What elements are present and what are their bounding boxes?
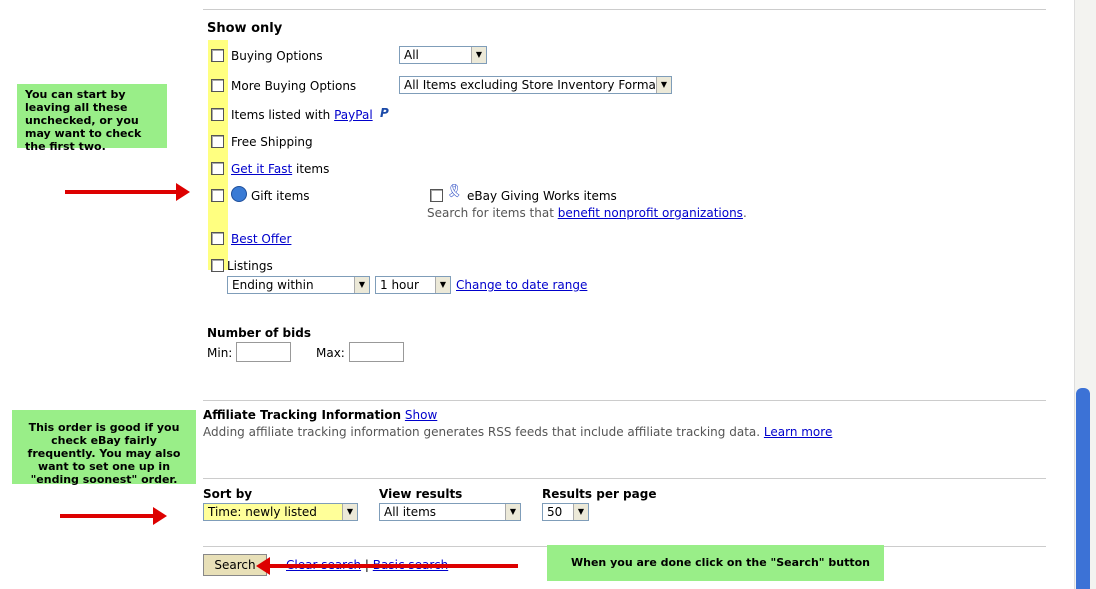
get-it-fast-suffix: items — [296, 162, 330, 176]
divider — [203, 400, 1046, 401]
time-select[interactable]: 1 hour ▼ — [375, 276, 451, 294]
ending-within-value: Ending within — [232, 278, 314, 292]
affiliate-show-link[interactable]: Show — [405, 408, 437, 422]
chevron-down-icon: ▼ — [435, 277, 450, 293]
get-it-fast-link[interactable]: Get it Fast — [231, 162, 292, 176]
more-buying-options-value: All Items excluding Store Inventory Form… — [404, 78, 661, 92]
giving-works-label: eBay Giving Works items — [467, 189, 617, 203]
giving-works-desc: Search for items that benefit nonprofit … — [427, 206, 747, 220]
view-results-select[interactable]: All items ▼ — [379, 503, 521, 521]
callout-checkboxes: You can start by leaving all these unche… — [17, 84, 167, 153]
sort-by-value: Time: newly listed — [208, 505, 317, 519]
divider — [203, 478, 1046, 479]
chevron-down-icon: ▼ — [342, 504, 357, 520]
more-buying-options-checkbox[interactable] — [211, 79, 224, 92]
time-value: 1 hour — [380, 278, 419, 292]
max-label: Max: — [316, 346, 345, 360]
gift-items-label: Gift items — [251, 189, 310, 203]
buying-options-select[interactable]: All ▼ — [399, 46, 487, 64]
affiliate-desc-row: Adding affiliate tracking information ge… — [203, 425, 832, 439]
ribbon-icon: 🎗 — [446, 184, 463, 199]
affiliate-desc: Adding affiliate tracking information ge… — [203, 425, 761, 439]
more-buying-options-select[interactable]: All Items excluding Store Inventory Form… — [399, 76, 672, 94]
buying-options-checkbox[interactable] — [211, 49, 224, 62]
buying-options-value: All — [404, 48, 419, 62]
min-bids-input[interactable] — [236, 342, 291, 362]
giving-works-desc-text: Search for items that — [427, 206, 554, 220]
scrollbar-thumb[interactable] — [1076, 388, 1090, 589]
results-per-page-value: 50 — [547, 505, 563, 519]
get-it-fast-checkbox[interactable] — [211, 162, 224, 175]
listings-checkbox[interactable] — [211, 259, 224, 272]
chevron-down-icon: ▼ — [656, 77, 671, 93]
callout-search-button: When you are done click on the "Search" … — [547, 545, 884, 581]
period: . — [742, 206, 747, 220]
listings-label: Listings — [227, 259, 273, 273]
results-per-page-label: Results per page — [542, 487, 657, 501]
arrow-right-icon — [60, 507, 167, 525]
best-offer-option: Best Offer — [231, 232, 291, 246]
arrow-left-icon — [256, 557, 518, 575]
learn-more-link[interactable]: Learn more — [764, 425, 832, 439]
top-divider — [203, 9, 1046, 10]
best-offer-checkbox[interactable] — [211, 232, 224, 245]
chevron-down-icon: ▼ — [354, 277, 369, 293]
paypal-checkbox[interactable] — [211, 108, 224, 121]
more-buying-options-label: More Buying Options — [231, 79, 357, 93]
affiliate-heading-row: Affiliate Tracking Information Show — [203, 408, 437, 422]
paypal-icon: P — [380, 106, 389, 120]
chevron-down-icon: ▼ — [471, 47, 486, 63]
view-results-value: All items — [384, 505, 437, 519]
results-per-page-select[interactable]: 50 ▼ — [542, 503, 589, 521]
get-it-fast-option: Get it Fast items — [231, 162, 329, 176]
sort-by-label: Sort by — [203, 487, 253, 501]
giving-works-checkbox[interactable] — [430, 189, 443, 202]
min-label: Min: — [207, 346, 233, 360]
bids-heading: Number of bids — [207, 326, 311, 340]
paypal-link[interactable]: PayPal — [334, 108, 373, 122]
date-range-link[interactable]: Change to date range — [456, 278, 587, 292]
view-results-label: View results — [379, 487, 463, 501]
sort-by-select[interactable]: Time: newly listed ▼ — [203, 503, 358, 521]
gift-icon — [231, 186, 247, 202]
free-shipping-checkbox[interactable] — [211, 135, 224, 148]
chevron-down-icon: ▼ — [505, 504, 520, 520]
chevron-down-icon: ▼ — [573, 504, 588, 520]
paypal-prefix: Items listed with — [231, 108, 331, 122]
affiliate-heading: Affiliate Tracking Information — [203, 408, 402, 422]
max-bids-input[interactable] — [349, 342, 404, 362]
callout-sort-order: This order is good if you check eBay fai… — [12, 410, 196, 486]
buying-options-label: Buying Options — [231, 49, 323, 63]
show-only-heading: Show only — [207, 21, 283, 36]
arrow-right-icon — [65, 183, 190, 201]
nonprofit-link[interactable]: benefit nonprofit organizations — [558, 206, 743, 220]
best-offer-link[interactable]: Best Offer — [231, 232, 291, 246]
free-shipping-label: Free Shipping — [231, 135, 313, 149]
ending-within-select[interactable]: Ending within ▼ — [227, 276, 370, 294]
paypal-option: Items listed with PayPal — [231, 108, 373, 122]
gift-items-checkbox[interactable] — [211, 189, 224, 202]
